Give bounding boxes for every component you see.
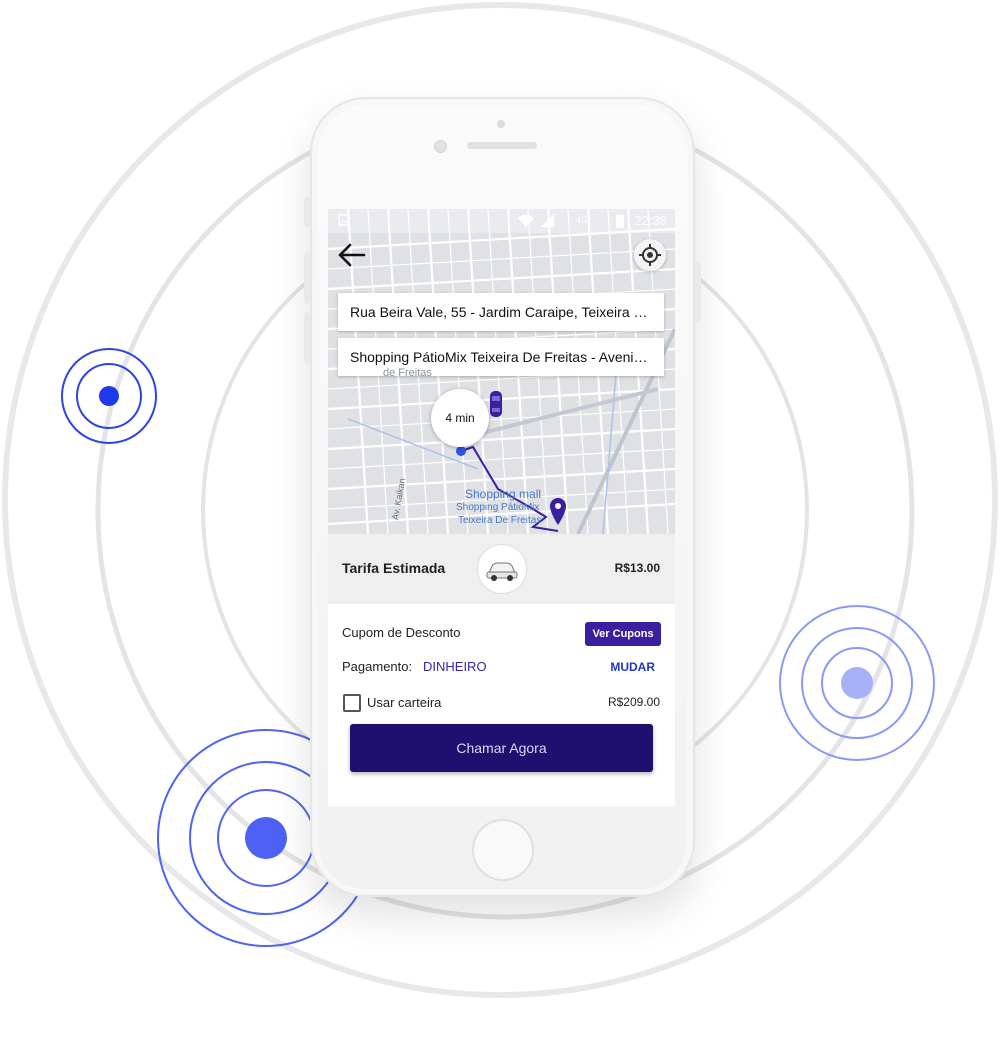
gps-target-icon [639,244,661,266]
fare-label: Tarifa Estimada [342,560,446,576]
wifi-icon [518,214,534,227]
car-icon [490,391,502,417]
poi-name-line1: Shopping PátioMix [456,502,540,513]
earpiece-speaker [467,142,537,149]
pulse-marker-left [61,348,157,444]
front-camera [434,140,447,153]
coupon-label: Cupom de Desconto [342,625,461,640]
proximity-sensor [497,120,505,128]
eta-bubble: 4 min [431,389,489,447]
status-time: 22:38 [634,213,667,228]
status-bar: 4G 22:38 [328,209,675,233]
phone-device: 4G 22:38 Rua Beira Vale, 55 - Jardim Car… [304,97,701,897]
back-arrow-icon [338,243,366,267]
fare-price: R$13.00 [614,561,660,575]
request-ride-button[interactable]: Chamar Agora [350,724,653,772]
view-coupons-button[interactable]: Ver Cupons [585,622,661,646]
power-button [695,262,701,322]
use-wallet-checkbox[interactable] [343,694,361,712]
route-map[interactable]: 4G 22:38 Rua Beira Vale, 55 - Jardim Car… [328,209,675,534]
back-button[interactable] [336,239,368,271]
wallet-balance: R$209.00 [607,695,660,709]
volume-up-button [304,252,310,304]
pulse-marker-right [779,605,935,761]
poi-category-label: Shopping mall [465,487,542,501]
gallery-notification-icon [338,214,350,226]
signal-icon [541,214,554,227]
mute-switch [304,197,310,227]
district-label: de Freitas [383,367,432,379]
use-wallet-label[interactable]: Usar carteira [367,695,441,710]
vehicle-type-selector[interactable] [477,544,527,594]
my-location-button[interactable] [634,239,666,271]
car-icon [486,562,518,581]
app-screen: 4G 22:38 Rua Beira Vale, 55 - Jardim Car… [328,209,675,806]
network-type: 4G [576,215,589,225]
promo-stage: 4G 22:38 Rua Beira Vale, 55 - Jardim Car… [0,0,1003,1040]
change-payment-link[interactable]: MUDAR [610,660,655,674]
origin-address-field[interactable]: Rua Beira Vale, 55 - Jardim Caraipe, Tei… [338,293,664,331]
home-button [472,819,534,881]
battery-icon [616,215,624,228]
payment-label: Pagamento: [342,659,413,674]
payment-method-value: DINHEIRO [423,659,487,674]
volume-down-button [304,312,310,364]
fare-panel: Tarifa Estimada R$13.00 [328,534,675,604]
origin-dot [456,446,466,456]
poi-name-line2: Teixeira De Freitas [458,515,542,526]
